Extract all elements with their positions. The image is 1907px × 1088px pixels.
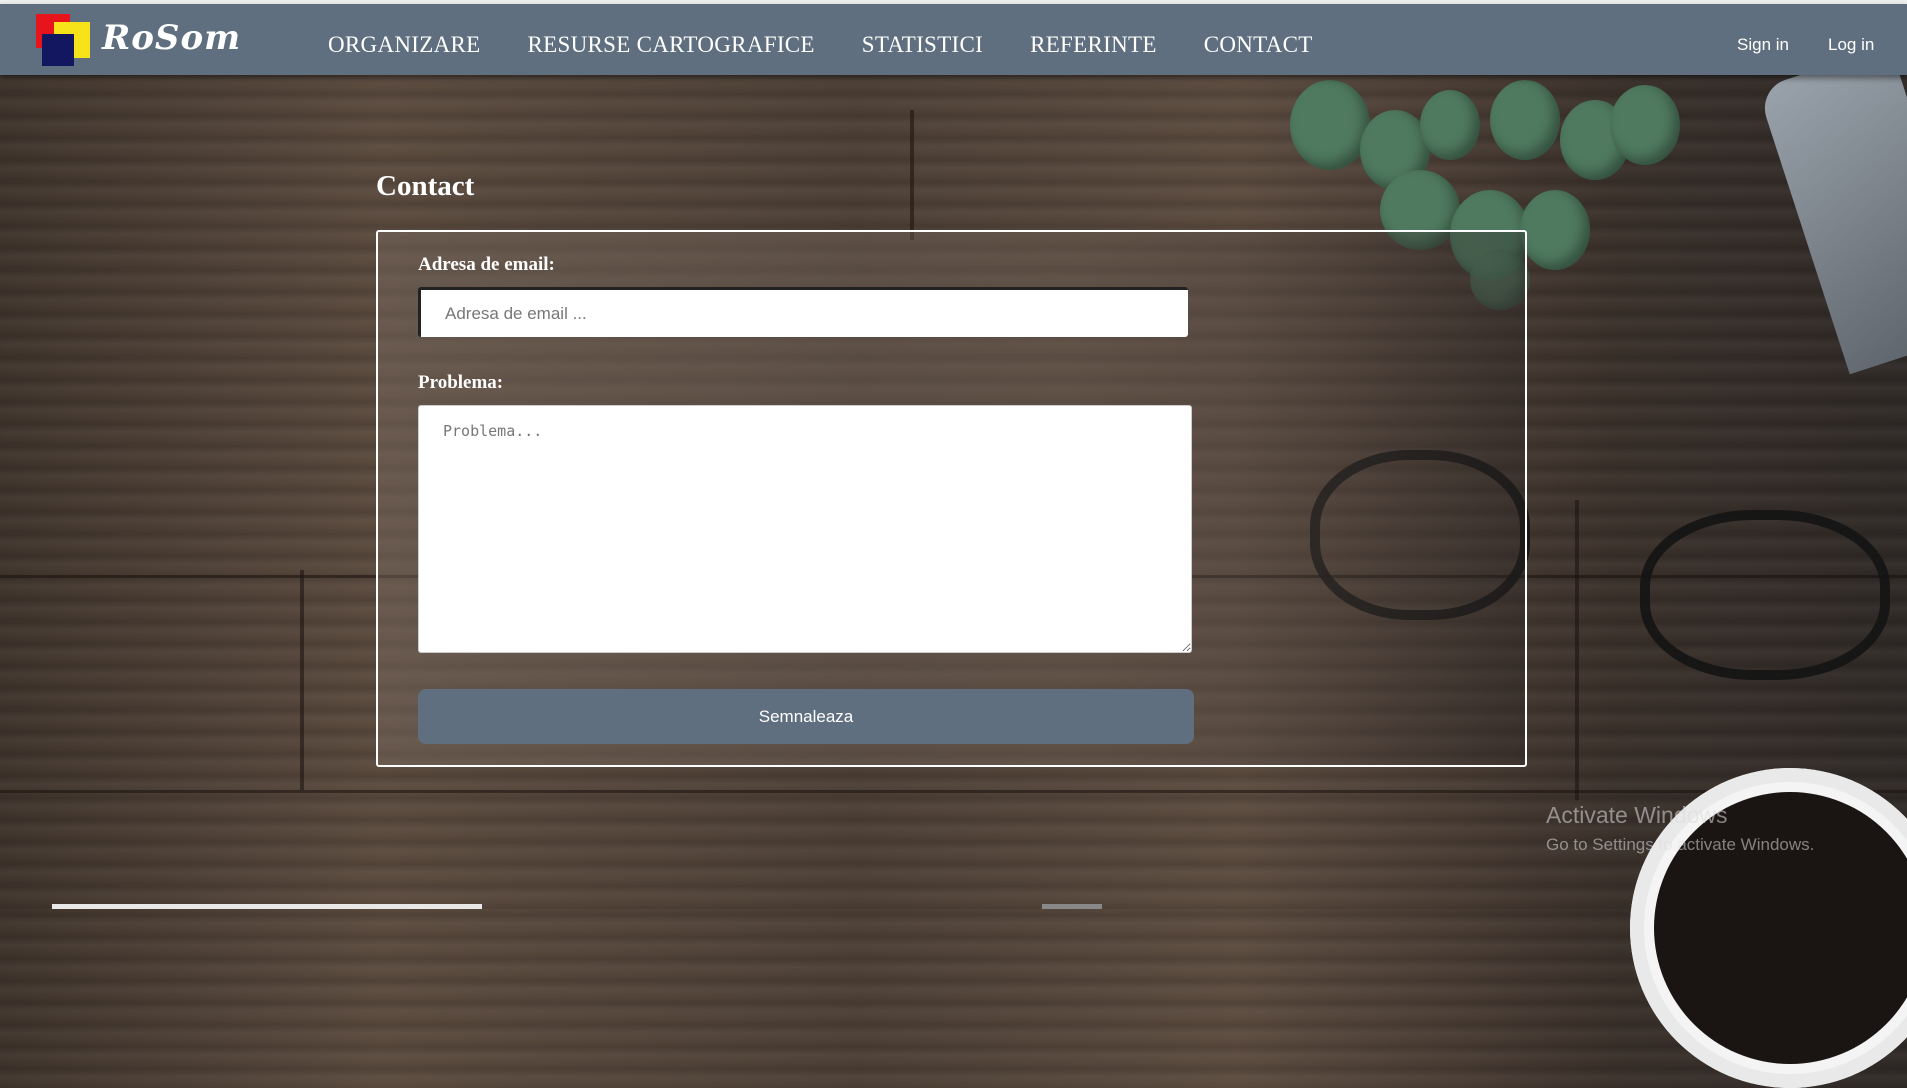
plant-leaf xyxy=(1290,80,1370,170)
wood-seam xyxy=(910,110,914,240)
nav-item-contact[interactable]: CONTACT xyxy=(1204,32,1313,58)
nav-item-resurse-cartografice[interactable]: RESURSE CARTOGRAFICE xyxy=(528,32,815,58)
wood-seam xyxy=(0,790,1907,793)
sign-in-link[interactable]: Sign in xyxy=(1737,35,1789,55)
scrollbar-thumb[interactable] xyxy=(1042,904,1102,909)
nav-item-statistici[interactable]: STATISTICI xyxy=(862,32,983,58)
contact-form-panel: Adresa de email: Problema: Semnaleaza xyxy=(376,230,1527,767)
problem-textarea[interactable] xyxy=(418,405,1192,653)
problem-label: Problema: xyxy=(418,372,504,393)
email-label: Adresa de email: xyxy=(418,254,555,275)
brand-name[interactable]: RoSom xyxy=(102,18,241,58)
horizontal-scrollbar[interactable] xyxy=(52,904,482,909)
watermark-title: Activate Windows xyxy=(1546,802,1728,828)
nav-item-organizare[interactable]: ORGANIZARE xyxy=(328,32,481,58)
windows-activation-watermark: Activate Windows Go to Settings to activ… xyxy=(1546,802,1814,855)
plant-leaf xyxy=(1610,85,1680,165)
plant-leaf xyxy=(1490,80,1560,160)
watermark-subtitle: Go to Settings to activate Windows. xyxy=(1546,835,1815,854)
email-input[interactable] xyxy=(418,287,1188,337)
page-title: Contact xyxy=(376,170,475,202)
navbar: RoSom ORGANIZARE RESURSE CARTOGRAFICE ST… xyxy=(0,4,1907,75)
main-nav: ORGANIZARE RESURSE CARTOGRAFICE STATISTI… xyxy=(328,32,1313,58)
laptop-corner xyxy=(1757,45,1907,375)
wood-seam xyxy=(300,570,304,790)
nav-item-referinte[interactable]: REFERINTE xyxy=(1030,32,1157,58)
logo-navy-square xyxy=(42,34,74,66)
logo-icon[interactable] xyxy=(36,14,92,70)
plant-leaf xyxy=(1520,190,1590,270)
submit-button[interactable]: Semnaleaza xyxy=(418,689,1194,744)
wood-seam xyxy=(1575,500,1579,800)
log-in-link[interactable]: Log in xyxy=(1828,35,1874,55)
glasses-lens xyxy=(1640,510,1890,680)
plant-leaf xyxy=(1420,90,1480,160)
